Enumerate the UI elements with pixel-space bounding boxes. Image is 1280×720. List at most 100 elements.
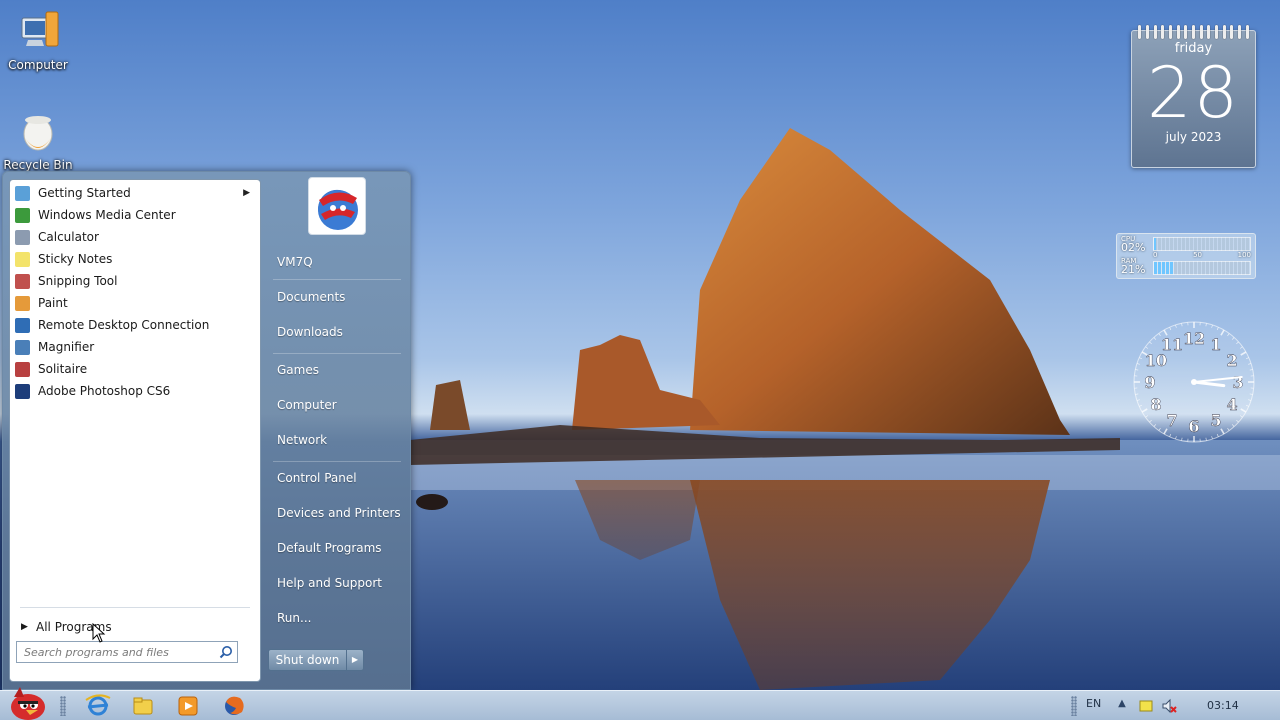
devices-printers-link[interactable]: Devices and Printers	[269, 500, 405, 526]
clock-number: 6	[1188, 417, 1199, 436]
language-indicator[interactable]: EN	[1086, 697, 1101, 710]
cpu-bar	[1153, 237, 1251, 251]
program-item[interactable]: Paint	[10, 292, 260, 314]
snipping-tool-icon	[15, 274, 30, 289]
cpu-meter-gadget[interactable]: CPU 02% 0 50 100 RAM 21%	[1116, 233, 1256, 279]
recycle-bin-icon	[14, 108, 62, 156]
help-support-link[interactable]: Help and Support	[269, 570, 405, 596]
taskbar-clock[interactable]: 03:14	[1207, 699, 1239, 712]
calculator-icon	[15, 230, 30, 245]
start-button[interactable]	[4, 685, 50, 720]
submenu-arrow-icon: ▶	[243, 188, 250, 198]
program-item[interactable]: Snipping Tool	[10, 270, 260, 292]
clock-number: 5	[1210, 411, 1221, 430]
calendar-day-number: 28	[1146, 52, 1241, 134]
taskbar-grip[interactable]	[60, 696, 66, 716]
remote-desktop-icon	[15, 318, 30, 333]
places-separator	[273, 353, 401, 354]
magnifier-icon	[15, 340, 30, 355]
triangle-right-icon: ▶	[21, 622, 28, 632]
mouse-cursor-icon	[92, 623, 106, 643]
programs-separator	[20, 607, 250, 608]
pinned-programs-list: Getting Started ▶ Windows Media Center Calc…	[10, 180, 260, 402]
action-center-icon[interactable]	[1138, 698, 1154, 714]
paint-icon	[15, 296, 30, 311]
clock-number: 1	[1210, 335, 1221, 354]
desktop-icon-label: Computer	[8, 58, 68, 72]
program-label: Calculator	[38, 230, 99, 244]
program-item[interactable]: Magnifier	[10, 336, 260, 358]
computer-link[interactable]: Computer	[269, 392, 405, 418]
clock-number: 7	[1166, 411, 1177, 430]
shutdown-options-button[interactable]: ▶	[346, 649, 364, 671]
program-item[interactable]: Getting Started ▶	[10, 182, 260, 204]
program-label: Adobe Photoshop CS6	[38, 384, 171, 398]
meter-scale-mid: 50	[1193, 251, 1202, 259]
clock-number: 4	[1227, 395, 1238, 414]
program-label: Paint	[38, 296, 68, 310]
solitaire-icon	[15, 362, 30, 377]
clock-number: 9	[1144, 373, 1155, 392]
start-menu: Getting Started ▶ Windows Media Center Calc…	[2, 171, 411, 690]
firefox-icon[interactable]	[216, 694, 252, 718]
calendar-rings	[1132, 25, 1255, 39]
meter-scale-max: 100	[1237, 251, 1251, 259]
program-item[interactable]: Adobe Photoshop CS6	[10, 380, 260, 402]
program-item[interactable]: Calculator	[10, 226, 260, 248]
games-link[interactable]: Games	[269, 357, 405, 383]
media-player-icon[interactable]	[170, 694, 206, 718]
program-label: Snipping Tool	[38, 274, 118, 288]
shutdown-button[interactable]: Shut down	[268, 649, 347, 671]
search-programs-input[interactable]	[16, 641, 238, 663]
downloads-link[interactable]: Downloads	[269, 319, 405, 345]
default-programs-link[interactable]: Default Programs	[269, 535, 405, 561]
places-separator	[273, 279, 401, 280]
program-label: Sticky Notes	[38, 252, 113, 266]
volume-muted-icon[interactable]	[1161, 698, 1177, 714]
control-panel-link[interactable]: Control Panel	[269, 465, 405, 491]
file-explorer-icon[interactable]	[125, 694, 161, 718]
program-item[interactable]: Sticky Notes	[10, 248, 260, 270]
ram-bar-fill	[1154, 262, 1175, 274]
photoshop-icon	[15, 384, 30, 399]
calendar-gadget[interactable]: friday 28 july 2023	[1131, 25, 1256, 168]
program-label: Solitaire	[38, 362, 88, 376]
clock-gadget[interactable]: 12 1234567891011	[1130, 318, 1258, 446]
cpu-bar-fill	[1154, 238, 1156, 250]
program-item[interactable]: Remote Desktop Connection	[10, 314, 260, 336]
clock-number: 12	[1183, 329, 1205, 348]
desktop-icon-recycle-bin[interactable]: Recycle Bin	[0, 108, 76, 172]
network-link[interactable]: Network	[269, 427, 405, 453]
media-center-icon	[15, 208, 30, 223]
documents-link[interactable]: Documents	[269, 284, 405, 310]
meter-scale: 0 50 100	[1153, 251, 1251, 259]
run-link[interactable]: Run...	[269, 605, 405, 631]
cpu-value: 02%	[1121, 241, 1146, 254]
meter-scale-min: 0	[1153, 251, 1158, 259]
places-separator	[273, 461, 401, 462]
desktop-icon-computer[interactable]: Computer	[0, 8, 76, 72]
show-hidden-icons-button[interactable]: ▲	[1114, 698, 1130, 714]
user-name-link[interactable]: VM7Q	[269, 249, 405, 275]
program-label: Magnifier	[38, 340, 95, 354]
taskbar: EN ▲ 03:14	[0, 687, 1280, 720]
ram-value: 21%	[1121, 263, 1146, 276]
taskbar-grip[interactable]	[1071, 696, 1077, 716]
sticky-notes-icon	[15, 252, 30, 267]
program-item[interactable]: Solitaire	[10, 358, 260, 380]
clock-number: 2	[1227, 351, 1238, 370]
program-label: Windows Media Center	[38, 208, 176, 222]
user-avatar[interactable]	[308, 177, 366, 235]
desktop-icon-label: Recycle Bin	[3, 158, 73, 172]
getting-started-icon	[15, 186, 30, 201]
search-icon[interactable]	[219, 645, 233, 659]
internet-explorer-icon[interactable]	[80, 694, 116, 718]
program-item[interactable]: Windows Media Center	[10, 204, 260, 226]
program-label: Getting Started	[38, 186, 131, 200]
start-menu-programs-pane: Getting Started ▶ Windows Media Center Calc…	[9, 179, 261, 682]
clock-center	[1191, 379, 1197, 385]
clock-number: 3	[1232, 373, 1243, 392]
clock-number: 11	[1161, 335, 1183, 354]
program-label: Remote Desktop Connection	[38, 318, 210, 332]
ram-bar	[1153, 261, 1251, 275]
